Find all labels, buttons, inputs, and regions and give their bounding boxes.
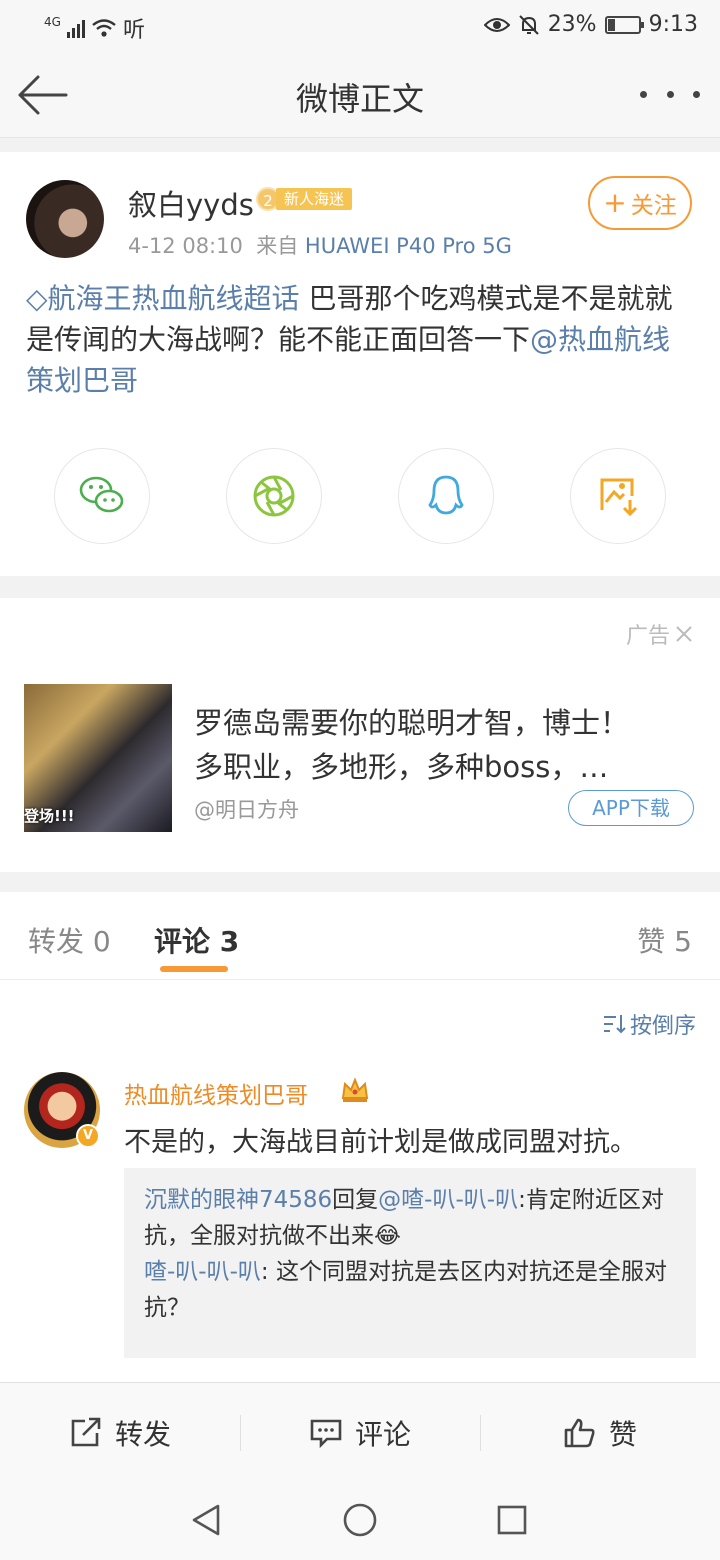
ad-tag[interactable]: 广告: [626, 618, 694, 650]
moments-icon: [253, 475, 295, 517]
ad-card[interactable]: 广告 登场!!! 罗德岛需要你的聪明才智，博士！ 多职业，多地形，多种boss，…: [0, 598, 720, 872]
fan-level-text: 新人海迷: [276, 188, 353, 210]
sort-label: 按倒序: [629, 1014, 696, 1039]
thumbs-up-icon: [564, 1418, 595, 1447]
system-recents-icon[interactable]: [496, 1504, 528, 1536]
tab-like[interactable]: 赞 5: [637, 920, 692, 960]
comments-section: 转发 0 评论 3 赞 5 按倒序 V 热血航线策划巴哥 不是的，大海战目前计划…: [0, 892, 720, 1382]
post-source-prefix: 来自: [256, 234, 299, 258]
interaction-tabs: 转发 0 评论 3 赞 5: [0, 892, 720, 980]
more-button[interactable]: [640, 82, 700, 106]
ad-image-caption: 登场!!!: [24, 807, 75, 825]
fan-level-badge[interactable]: 2 新人海迷: [256, 186, 353, 212]
ad-label: 广告: [625, 624, 670, 649]
tab-comment[interactable]: 评论 3: [154, 920, 239, 960]
reply-target[interactable]: @喳-叭-叭-叭: [378, 1187, 518, 1213]
reply-item: 沉默的眼神74586回复@喳-叭-叭-叭:肯定附近区对抗，全服对抗做不出来😂: [144, 1182, 676, 1254]
repost-button[interactable]: 转发: [0, 1383, 240, 1482]
comment-text: 不是的，大海战目前计划是做成同盟对抗。: [124, 1127, 637, 1158]
like-button[interactable]: 赞: [480, 1383, 720, 1482]
signal-icon: [66, 18, 85, 38]
clock: 9:13: [648, 12, 698, 37]
commenter-name[interactable]: 热血航线策划巴哥: [124, 1076, 308, 1110]
hd-label: 听: [122, 18, 145, 43]
save-image-button[interactable]: [570, 448, 666, 544]
supertopic-link[interactable]: 航海王热血航线超话: [48, 282, 300, 315]
reply-user[interactable]: 沉默的眼神74586: [144, 1187, 332, 1213]
tab-repost[interactable]: 转发 0: [28, 920, 111, 960]
status-right: 23% 9:13: [483, 12, 698, 37]
post-body: ◇航海王热血航线超话 巴哥那个吃鸡模式是不是就就是传闻的大海战啊？能不能正面回答…: [26, 278, 696, 401]
author-avatar[interactable]: [26, 180, 104, 258]
system-home-icon[interactable]: [342, 1502, 378, 1538]
repost-icon: [71, 1417, 101, 1446]
share-moments-button[interactable]: [226, 448, 322, 544]
verified-badge: V: [76, 1124, 100, 1148]
system-navigation-bar: [0, 1482, 720, 1560]
post-time: 4-12 08:10: [128, 234, 243, 258]
comment-button[interactable]: 评论: [240, 1383, 480, 1482]
top-navbar: 微博正文: [0, 52, 720, 138]
eye-icon: [483, 17, 510, 32]
status-bar: 4G 听 23% 9:13: [0, 0, 720, 52]
sort-button[interactable]: 按倒序: [602, 1008, 696, 1040]
post-device[interactable]: HUAWEI P40 Pro 5G: [305, 234, 512, 258]
ad-headline-2: 多职业，多地形，多种boss，…: [194, 750, 609, 784]
share-wechat-button[interactable]: [54, 448, 150, 544]
qq-icon: [428, 475, 464, 515]
follow-button[interactable]: + 关注: [588, 176, 692, 230]
ad-image[interactable]: 登场!!!: [24, 684, 172, 832]
mute-bell-icon: [518, 14, 539, 35]
ad-account[interactable]: @明日方舟: [194, 794, 299, 824]
post-card: 叙白yyds 2 新人海迷 4-12 08:10 来自 HUAWEI P40 P…: [0, 152, 720, 576]
repost-label: 转发: [114, 1417, 171, 1451]
close-icon[interactable]: [674, 624, 694, 644]
sort-icon: [603, 1015, 626, 1034]
author-name[interactable]: 叙白yyds: [128, 182, 254, 224]
save-image-icon: [600, 478, 638, 517]
bottom-action-bar: 转发 评论 赞: [0, 1382, 720, 1482]
comment-label: 评论: [354, 1417, 411, 1451]
share-row: [54, 448, 666, 544]
active-tab-indicator: [160, 966, 228, 972]
app-download-button[interactable]: APP下载: [568, 790, 694, 826]
like-label: 赞: [608, 1417, 637, 1451]
page-title: 微博正文: [295, 80, 424, 118]
reply-item: 喳-叭-叭-叭: 这个同盟对抗是去区内对抗还是全服对抗？: [144, 1254, 676, 1326]
supertopic-icon: ◇: [26, 282, 48, 315]
post-meta: 4-12 08:10 来自 HUAWEI P40 Pro 5G: [128, 230, 512, 260]
battery-icon: [604, 15, 644, 34]
wifi-icon: [92, 19, 116, 37]
battery-percent: 23%: [547, 12, 597, 37]
replies-box[interactable]: 沉默的眼神74586回复@喳-叭-叭-叭:肯定附近区对抗，全服对抗做不出来😂 喳…: [124, 1168, 696, 1358]
system-back-icon[interactable]: [188, 1502, 224, 1538]
network-label: 4G: [44, 15, 61, 29]
status-left: 4G 听: [44, 12, 145, 44]
crown-icon: [341, 1077, 369, 1102]
share-qq-button[interactable]: [398, 448, 494, 544]
wechat-icon: [79, 476, 124, 513]
plus-icon: +: [603, 186, 627, 219]
more-dots-icon: [640, 90, 647, 98]
reply-word: 回复: [332, 1187, 379, 1213]
reply-user[interactable]: 喳-叭-叭-叭: [144, 1259, 261, 1285]
ad-headline-1: 罗德岛需要你的聪明才智，博士！: [194, 706, 630, 740]
follow-label: 关注: [630, 193, 677, 219]
comment-icon: [310, 1419, 342, 1448]
